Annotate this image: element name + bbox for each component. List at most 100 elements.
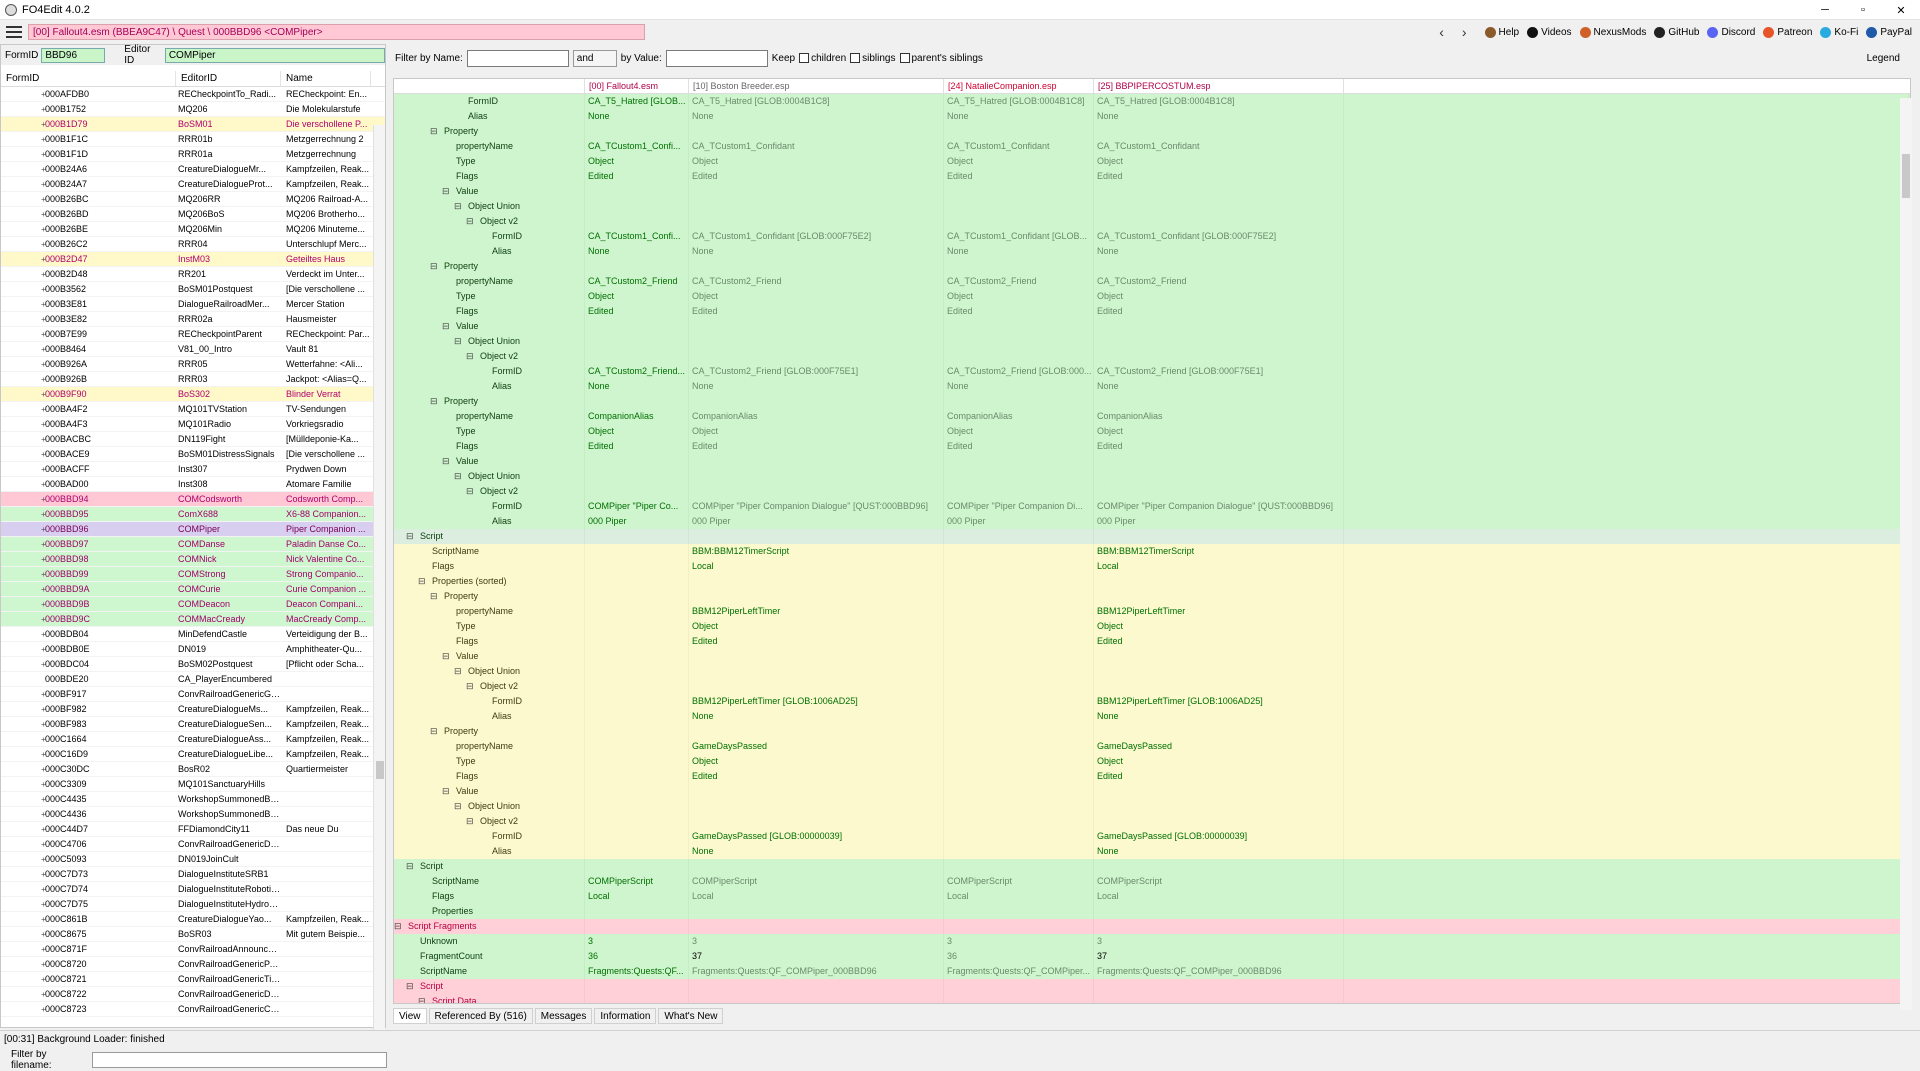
list-item[interactable]: +000B2D48 RR201 Verdeckt im Unter... (1, 267, 385, 282)
grid-row[interactable]: Type Object Object (394, 619, 1910, 634)
list-item[interactable]: +000AFDB0 RECheckpointTo_Radi... RECheckpo… (1, 87, 385, 102)
list-item[interactable]: +000C44D7 FFDiamondCity11 Das neue Du (1, 822, 385, 837)
tree-toggle-icon[interactable]: ⊟ (466, 349, 474, 364)
tab-what-s-new[interactable]: What's New (658, 1008, 724, 1024)
grid-row[interactable]: Unknown 3 3 3 3 (394, 934, 1910, 949)
link-discord[interactable]: Discord (1707, 26, 1755, 38)
grid-row[interactable]: Flags Edited Edited Edited Edited (394, 304, 1910, 319)
list-item[interactable]: +000BBD96 COMPiper Piper Companion ... (1, 522, 385, 537)
tab-information[interactable]: Information (594, 1008, 657, 1024)
close-button[interactable]: ✕ (1882, 0, 1920, 20)
grid-row[interactable]: ⊟ Property (394, 124, 1910, 139)
tree-toggle-icon[interactable]: ⊟ (406, 979, 414, 994)
grid-row[interactable]: ⊟ Object Union (394, 469, 1910, 484)
grid-row[interactable]: ⊟ Value (394, 319, 1910, 334)
grid-row[interactable]: Alias None None (394, 844, 1910, 859)
list-item[interactable]: +000B3E81 DialogueRailroadMer... Mercer St… (1, 297, 385, 312)
grid-row[interactable]: Flags Edited Edited Edited Edited (394, 439, 1910, 454)
grid-row[interactable]: ⊟ Value (394, 184, 1910, 199)
tree-toggle-icon[interactable]: ⊟ (454, 199, 462, 214)
expand-icon[interactable]: + (41, 285, 46, 294)
grid-col-3[interactable]: [24] NatalieCompanion.esp (944, 79, 1094, 93)
list-item[interactable]: +000BF983 CreatureDialogueSen... Kampfzeil… (1, 717, 385, 732)
list-item[interactable]: +000BAD00 Inst308 Atomare Familie (1, 477, 385, 492)
forward-arrow-icon[interactable]: › (1462, 24, 1467, 40)
list-item[interactable]: +000C3309 MQ101SanctuaryHills (1, 777, 385, 792)
tree-toggle-icon[interactable]: ⊟ (466, 214, 474, 229)
filename-filter-input[interactable] (92, 1052, 387, 1068)
grid-row[interactable]: propertyName CompanionAlias CompanionAlias… (394, 409, 1910, 424)
list-item[interactable]: +000B26BC MQ206RR MQ206 Railroad-A... (1, 192, 385, 207)
grid-row[interactable]: ⊟ Property (394, 394, 1910, 409)
list-item[interactable]: +000C8720 ConvRailroadGenericPAM02 (1, 957, 385, 972)
grid-row[interactable]: propertyName BBM12PiperLeftTimer BBM12Pipe… (394, 604, 1910, 619)
expand-icon[interactable]: + (41, 360, 46, 369)
expand-icon[interactable]: + (41, 600, 46, 609)
list-item[interactable]: 000BDE20 CA_PlayerEncumbered (1, 672, 385, 687)
grid-row[interactable]: ⊟ Object v2 (394, 679, 1910, 694)
list-item[interactable]: +000BDC04 BoSM02Postquest [Pflicht oder Sc… (1, 657, 385, 672)
grid-row[interactable]: Alias None None None None (394, 244, 1910, 259)
grid-row[interactable]: Alias 000 Piper 000 Piper 000 Piper 000 Pipe… (394, 514, 1910, 529)
grid-row[interactable]: ⊟ Script (394, 979, 1910, 994)
grid-row[interactable]: Type Object Object Object Object (394, 154, 1910, 169)
tree-toggle-icon[interactable]: ⊟ (442, 649, 450, 664)
list-item[interactable]: +000BBD9A COMCurie Curie Companion ... (1, 582, 385, 597)
grid-row[interactable]: ScriptName COMPiperScript COMPiperScript CO… (394, 874, 1910, 889)
back-arrow-icon[interactable]: ‹ (1439, 24, 1444, 40)
grid-row[interactable]: FormID CA_TCustom1_Confi... CA_TCustom1_Co… (394, 229, 1910, 244)
grid-row[interactable]: Flags Local Local Local Local (394, 889, 1910, 904)
grid-row[interactable]: Flags Edited Edited (394, 769, 1910, 784)
expand-icon[interactable]: + (41, 390, 46, 399)
grid-row[interactable]: ⊟ Object v2 (394, 349, 1910, 364)
tree-toggle-icon[interactable]: ⊟ (454, 469, 462, 484)
list-item[interactable]: +000B926B RRR03 Jackpot: <Alias=Q... (1, 372, 385, 387)
expand-icon[interactable]: + (41, 765, 46, 774)
grid-row[interactable]: Type Object Object Object Object (394, 424, 1910, 439)
expand-icon[interactable]: + (41, 945, 46, 954)
list-item[interactable]: +000C861B CreatureDialogueYao... Kampfzeil… (1, 912, 385, 927)
tab-view[interactable]: View (393, 1008, 427, 1024)
list-item[interactable]: +000B24A6 CreatureDialogueMr... Kampfzeile… (1, 162, 385, 177)
tree-toggle-icon[interactable]: ⊟ (454, 334, 462, 349)
grid-row[interactable]: Alias None None None None (394, 379, 1910, 394)
list-item[interactable]: +000C4706 ConvRailroadGenericDesdemona03 (1, 837, 385, 852)
expand-icon[interactable]: + (41, 120, 46, 129)
grid-row[interactable]: Type Object Object Object Object (394, 289, 1910, 304)
grid-row[interactable]: Properties (394, 904, 1910, 919)
expand-icon[interactable]: + (41, 345, 46, 354)
grid-row[interactable]: Type Object Object (394, 754, 1910, 769)
expand-icon[interactable]: + (41, 105, 46, 114)
formid-input[interactable]: BBD96 (41, 47, 106, 63)
expand-icon[interactable]: + (41, 510, 46, 519)
grid-row[interactable]: FormID BBM12PiperLeftTimer [GLOB:1006AD25… (394, 694, 1910, 709)
expand-icon[interactable]: + (41, 690, 46, 699)
grid-row[interactable]: propertyName CA_TCustom2_Friend CA_TCustom… (394, 274, 1910, 289)
expand-icon[interactable]: + (41, 855, 46, 864)
grid-row[interactable]: ScriptName BBM:BBM12TimerScript BBM:BBM12T… (394, 544, 1910, 559)
list-item[interactable]: +000BF917 ConvRailroadGenericGlory01 (1, 687, 385, 702)
list-item[interactable]: +000C8722 ConvRailroadGenericDesdemona01 (1, 987, 385, 1002)
grid-row[interactable]: Flags Local Local (394, 559, 1910, 574)
menu-icon[interactable] (6, 26, 22, 38)
tree-toggle-icon[interactable]: ⊟ (466, 484, 474, 499)
expand-icon[interactable]: + (41, 315, 46, 324)
grid-row[interactable]: FormID CA_T5_Hatred [GLOB... CA_T5_Hatred … (394, 94, 1910, 109)
list-item[interactable]: +000B8464 V81_00_Intro Vault 81 (1, 342, 385, 357)
grid-row[interactable]: Flags Edited Edited Edited Edited (394, 169, 1910, 184)
list-item[interactable]: +000C1664 CreatureDialogueAss... Kampfzeil… (1, 732, 385, 747)
list-item[interactable]: +000BBD98 COMNick Nick Valentine Co... (1, 552, 385, 567)
keep-siblings-checkbox[interactable]: siblings (850, 53, 896, 64)
tree-toggle-icon[interactable]: ⊟ (418, 574, 426, 589)
tab-messages[interactable]: Messages (534, 1008, 593, 1024)
expand-icon[interactable]: + (41, 525, 46, 534)
list-item[interactable]: +000B7E99 RECheckpointParent RECheckpoint:… (1, 327, 385, 342)
grid-row[interactable]: ⊟ Object v2 (394, 214, 1910, 229)
list-item[interactable]: +000BF982 CreatureDialogueMs... Kampfzeile… (1, 702, 385, 717)
grid-row[interactable]: propertyName GameDaysPassed GameDaysPassed (394, 739, 1910, 754)
expand-icon[interactable]: + (41, 975, 46, 984)
grid-row[interactable]: FormID COMPiper "Piper Co... COMPiper "Pip… (394, 499, 1910, 514)
list-item[interactable]: +000BBD9B COMDeacon Deacon Compani... (1, 597, 385, 612)
expand-icon[interactable]: + (41, 555, 46, 564)
tree-toggle-icon[interactable]: ⊟ (442, 454, 450, 469)
